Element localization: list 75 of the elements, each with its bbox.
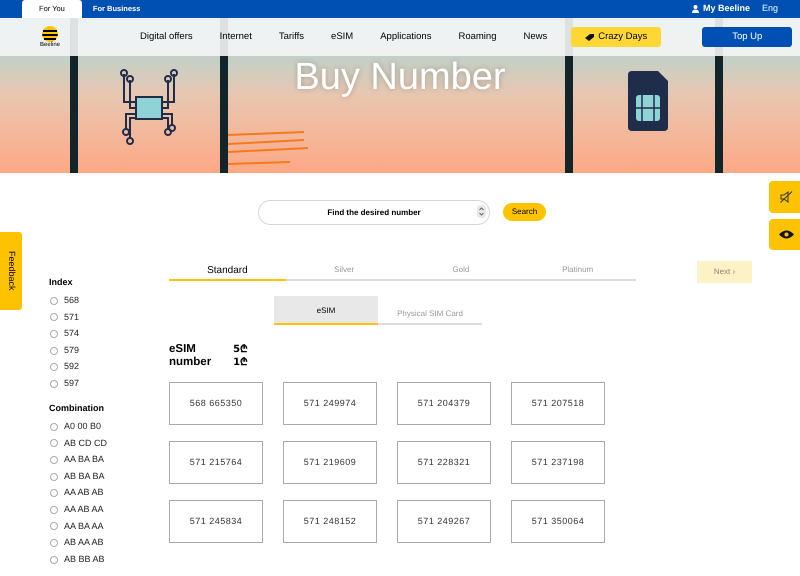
nav-link[interactable]: Tariffs (278, 30, 304, 44)
nav-link[interactable]: Roaming (458, 30, 496, 44)
radio-label: AA AB AB (64, 486, 104, 500)
number-card[interactable]: 571 207518 (511, 382, 605, 425)
price-label: eSIM (169, 343, 197, 356)
search-field[interactable]: Find the desired number (258, 200, 490, 225)
page-title: Buy Number (294, 58, 506, 96)
number-card[interactable]: 571 237198 (511, 441, 605, 484)
top-up-button[interactable]: Top Up (702, 27, 792, 47)
my-beeline-link[interactable]: My Beeline (702, 2, 750, 16)
number-card[interactable]: 571 249974 (283, 382, 377, 425)
sim-card-icon (628, 71, 668, 131)
radio-button[interactable] (50, 522, 58, 530)
radio-button[interactable] (50, 506, 58, 514)
radio-button[interactable] (50, 296, 58, 305)
radio-label: 571 (64, 310, 80, 324)
accessibility-button[interactable] (769, 219, 800, 250)
price-label: number (169, 356, 212, 369)
number-card[interactable]: 571 219609 (283, 441, 377, 484)
radio-label: 597 (64, 377, 80, 390)
radio-label: AA BA AA (64, 520, 104, 533)
radio-label: 574 (64, 327, 80, 340)
number-card[interactable]: 571 245834 (169, 500, 263, 543)
next-button: Next › (697, 261, 752, 283)
radio-label: AA BA BA (64, 453, 104, 466)
speaker-muted-icon (780, 191, 792, 203)
filter-heading: Combination (49, 402, 105, 416)
number-card[interactable]: 571 215764 (169, 441, 263, 484)
stepper-icon (477, 205, 486, 218)
number-card[interactable]: 571 204379 (397, 382, 491, 425)
radio-label: AA AB AA (64, 503, 104, 516)
radio-button[interactable] (50, 346, 58, 355)
radio-button[interactable] (50, 489, 58, 498)
search-button[interactable]: Search (503, 202, 546, 220)
radio-label: AB AA AB (64, 536, 104, 550)
number-card[interactable]: 571 249267 (397, 500, 491, 543)
radio-button[interactable] (50, 380, 58, 388)
radio-button[interactable] (50, 539, 58, 548)
eye-icon (778, 230, 794, 239)
price-value: 1₾ (233, 356, 248, 369)
radio-button[interactable] (50, 439, 58, 448)
nav-link[interactable]: Applications (380, 30, 432, 44)
tag-icon (585, 34, 594, 40)
radio-button[interactable] (50, 330, 58, 338)
radio-button[interactable] (50, 363, 58, 372)
nav-link[interactable]: Internet (220, 30, 252, 44)
radio-button[interactable] (50, 422, 58, 431)
number-card[interactable]: 571 248152 (283, 500, 377, 543)
striped-ball-icon (42, 26, 58, 42)
radio-label: A0 00 B0 (64, 420, 102, 434)
filter-heading: Index (49, 276, 74, 289)
number-card[interactable]: 571 350064 (511, 500, 605, 543)
number-card[interactable]: 571 228321 (397, 441, 491, 484)
language-link[interactable]: Eng (762, 2, 778, 16)
number-card[interactable]: 568 665350 (169, 382, 263, 425)
radio-label: AB BA BA (64, 470, 105, 483)
radio-button[interactable] (50, 472, 58, 481)
person-icon (692, 5, 699, 13)
radio-label: AB CD CD (64, 436, 108, 450)
sim-type-tab[interactable]: eSIM (274, 296, 378, 325)
promo-button[interactable]: Crazy Days (571, 27, 662, 47)
radio-label: 592 (64, 360, 80, 374)
nav-link[interactable]: eSIM (331, 30, 354, 44)
radio-label: AB BB AB (64, 552, 105, 566)
radio-label: 568 (64, 294, 80, 308)
nav-link[interactable]: Digital offers (140, 30, 193, 44)
sound-off-button[interactable] (769, 181, 800, 213)
radio-button[interactable] (50, 556, 58, 564)
tier-tab[interactable]: Standard (169, 261, 286, 281)
price-value: 5₾ (233, 343, 248, 356)
radio-button[interactable] (50, 456, 58, 464)
radio-button[interactable] (50, 313, 58, 322)
nav-link[interactable]: News (523, 30, 548, 44)
radio-label: 579 (64, 344, 80, 357)
feedback-tab[interactable]: Feedback (0, 232, 22, 310)
